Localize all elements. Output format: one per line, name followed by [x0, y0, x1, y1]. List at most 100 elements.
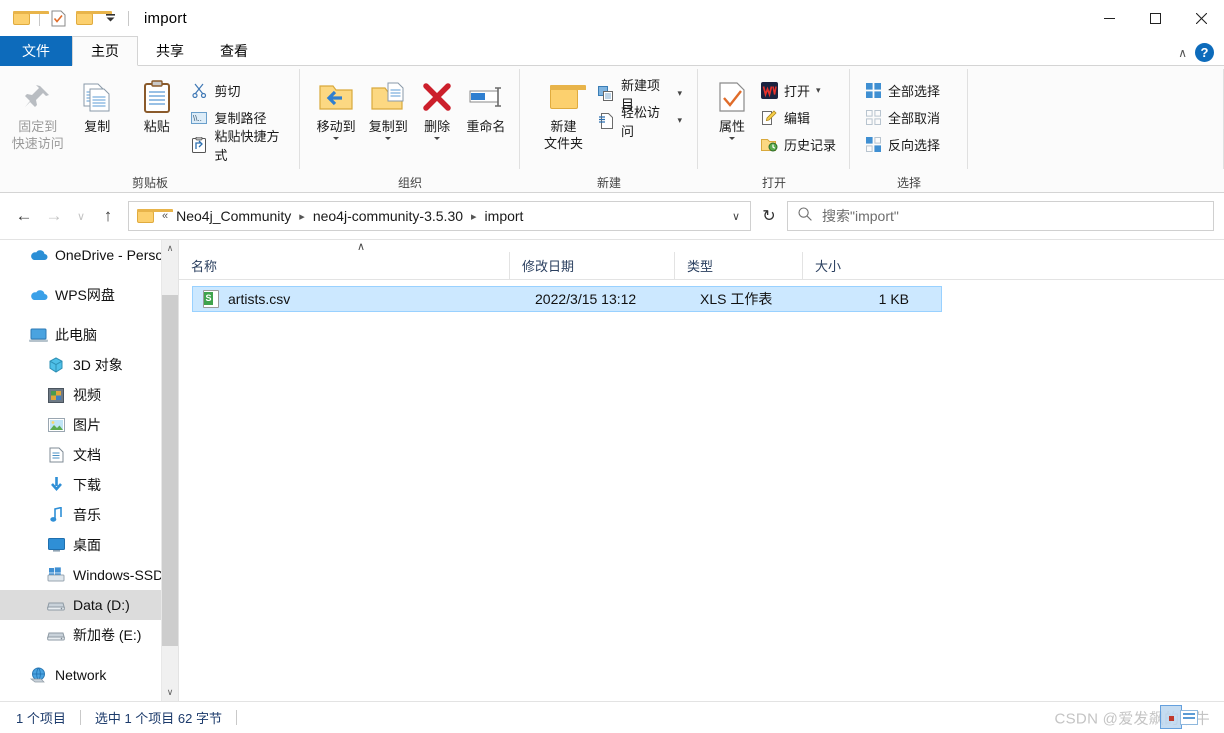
properties-label: 属性 [718, 119, 745, 134]
sidebar-item-videos[interactable]: 视频 [0, 380, 178, 410]
search-input[interactable]: 搜索"import" [822, 206, 899, 226]
select-none-button[interactable]: 全部取消 [860, 106, 944, 129]
breadcrumb-item-0[interactable]: Neo4j_Community [172, 206, 295, 226]
breadcrumb-item-1[interactable]: neo4j-community-3.5.30 [309, 206, 467, 226]
select-all-button[interactable]: 全部选择 [860, 79, 944, 102]
history-button[interactable]: 历史记录 [756, 133, 840, 156]
main-area: OneDrive - Perso WPS网盘 此电脑 3D 对象 视频 图片 文… [0, 239, 1224, 701]
table-row[interactable]: S artists.csv 2022/3/15 13:12 XLS 工作表 1 … [192, 286, 942, 312]
status-selection: 选中 1 个项目 62 字节 [94, 711, 222, 726]
tab-file[interactable]: 文件 [0, 36, 72, 66]
column-header-size[interactable]: 大小 [802, 251, 907, 280]
qat-properties-icon[interactable] [45, 5, 71, 31]
sidebar-item-desktop[interactable]: 桌面 [0, 530, 178, 560]
paste-shortcut-button[interactable]: 粘贴快捷方式 [186, 129, 292, 163]
up-button[interactable]: ↑ [94, 201, 122, 231]
file-name: artists.csv [228, 291, 291, 307]
properties-caret-icon[interactable] [729, 137, 735, 140]
collapse-ribbon-icon[interactable]: ∧ [1178, 46, 1187, 60]
ribbon-group-select: 全部选择 全部取消 反向选择 选择 [850, 66, 968, 193]
sidebar-item-3d-objects[interactable]: 3D 对象 [0, 350, 178, 380]
group-label-new: 新建 [596, 175, 621, 190]
sidebar-item-network[interactable]: Network [0, 660, 178, 690]
sidebar-item-onedrive[interactable]: OneDrive - Perso [0, 240, 178, 270]
search-box[interactable]: 搜索"import" [787, 201, 1214, 231]
pin-icon [23, 76, 53, 118]
copy-to-icon [370, 76, 406, 118]
column-header-date[interactable]: 修改日期 [509, 251, 674, 280]
cut-button[interactable]: 剪切 [186, 79, 292, 102]
move-to-button[interactable]: 移动到 [310, 72, 362, 140]
open-with-button[interactable]: 打开 ▾ [756, 79, 840, 102]
svg-text:\\..: \\.. [193, 114, 202, 123]
sidebar-item-wps-cloud[interactable]: WPS网盘 [0, 280, 178, 310]
forward-button[interactable]: → [40, 201, 68, 231]
file-rows: S artists.csv 2022/3/15 13:12 XLS 工作表 1 … [179, 280, 1224, 701]
edit-button[interactable]: 编辑 [756, 106, 840, 129]
column-header-name[interactable]: 名称 [179, 252, 509, 280]
downloads-icon [46, 477, 66, 493]
edit-label: 编辑 [784, 111, 811, 126]
rename-button[interactable]: 重命名 [460, 72, 512, 135]
column-header-type[interactable]: 类型 [674, 251, 802, 280]
sidebar-item-windows-ssd[interactable]: Windows-SSD ( [0, 560, 178, 590]
select-none-label: 全部取消 [888, 111, 941, 126]
ribbon-group-open: 属性 打开 ▾ 编辑 历史记录 打开 [698, 66, 850, 193]
paste-shortcut-label: 粘贴快捷方式 [214, 128, 280, 163]
minimize-button[interactable] [1086, 0, 1132, 36]
select-all-label: 全部选择 [888, 84, 941, 99]
breadcrumb-dropdown-icon[interactable]: ∨ [732, 210, 744, 223]
new-folder-button[interactable]: 新建 文件夹 [534, 72, 593, 152]
breadcrumb-chevron-0[interactable]: ▸ [297, 210, 307, 223]
invert-selection-button[interactable]: 反向选择 [860, 133, 944, 156]
qat-folder-icon[interactable] [8, 5, 49, 31]
sidebar-item-music[interactable]: 音乐 [0, 500, 178, 530]
move-to-caret-icon[interactable] [333, 137, 340, 140]
file-size: 1 KB [878, 291, 909, 307]
copy-button[interactable]: 复制 [67, 72, 126, 135]
scroll-down-button[interactable]: ∨ [162, 684, 178, 701]
help-button[interactable]: ? [1195, 43, 1214, 62]
copy-to-caret-icon[interactable] [385, 137, 392, 140]
sidebar-item-data-d[interactable]: Data (D:) [0, 590, 178, 620]
properties-button[interactable]: 属性 [708, 72, 756, 140]
tab-share[interactable]: 共享 [138, 36, 202, 66]
tab-view[interactable]: 查看 [202, 36, 266, 66]
scroll-up-button[interactable]: ∧ [162, 240, 178, 257]
open-caret-icon[interactable]: ▾ [816, 85, 825, 96]
sidebar-item-new-volume-e[interactable]: 新加卷 (E:) [0, 620, 178, 650]
qat-new-folder-icon[interactable] [71, 5, 112, 31]
delete-caret-icon[interactable] [434, 137, 441, 140]
new-small-commands: 新建项目 ▾ 轻松访问 ▾ [593, 72, 690, 139]
sidebar-item-downloads[interactable]: 下载 [0, 470, 178, 500]
tab-home[interactable]: 主页 [72, 36, 138, 66]
sidebar-item-pictures[interactable]: 图片 [0, 410, 178, 440]
qat-customize-dropdown[interactable] [97, 5, 123, 31]
back-button[interactable]: ← [10, 201, 38, 231]
scrollbar-thumb[interactable] [162, 295, 178, 646]
paste-button[interactable]: 粘贴 [127, 72, 186, 135]
group-label-open: 打开 [761, 175, 786, 190]
sidebar-label-network: Network [55, 667, 107, 683]
close-button[interactable] [1178, 0, 1224, 36]
breadcrumb-bar[interactable]: « Neo4j_Community ▸ neo4j-community-3.5.… [128, 201, 751, 231]
breadcrumb-item-2[interactable]: import [481, 206, 528, 226]
ribbon-group-clipboard: 固定到 快速访问 复制 粘贴 剪切 \\.. 复制路径 粘贴快捷方式 剪贴板 [0, 66, 300, 193]
onedrive-icon [28, 249, 48, 262]
sidebar-item-documents[interactable]: 文档 [0, 440, 178, 470]
recent-locations-button[interactable]: ∨ [70, 201, 92, 231]
easy-access-button[interactable]: 轻松访问 ▾ [593, 105, 690, 139]
maximize-button[interactable] [1132, 0, 1178, 36]
sidebar-item-this-pc[interactable]: 此电脑 [0, 320, 178, 350]
breadcrumb-chevron-1[interactable]: ▸ [469, 210, 479, 223]
easy-access-caret-icon[interactable]: ▾ [677, 115, 686, 126]
new-folder-label-line2: 文件夹 [544, 136, 584, 151]
new-item-icon [597, 85, 615, 103]
edit-icon [760, 109, 778, 127]
pin-to-quick-access-button[interactable]: 固定到 快速访问 [8, 72, 67, 152]
new-item-caret-icon[interactable]: ▾ [677, 88, 686, 99]
refresh-button[interactable]: ↻ [753, 201, 785, 231]
delete-button[interactable]: 删除 [414, 72, 459, 140]
sidebar-scrollbar[interactable]: ∧ ∨ [161, 240, 178, 701]
copy-to-button[interactable]: 复制到 [362, 72, 414, 140]
